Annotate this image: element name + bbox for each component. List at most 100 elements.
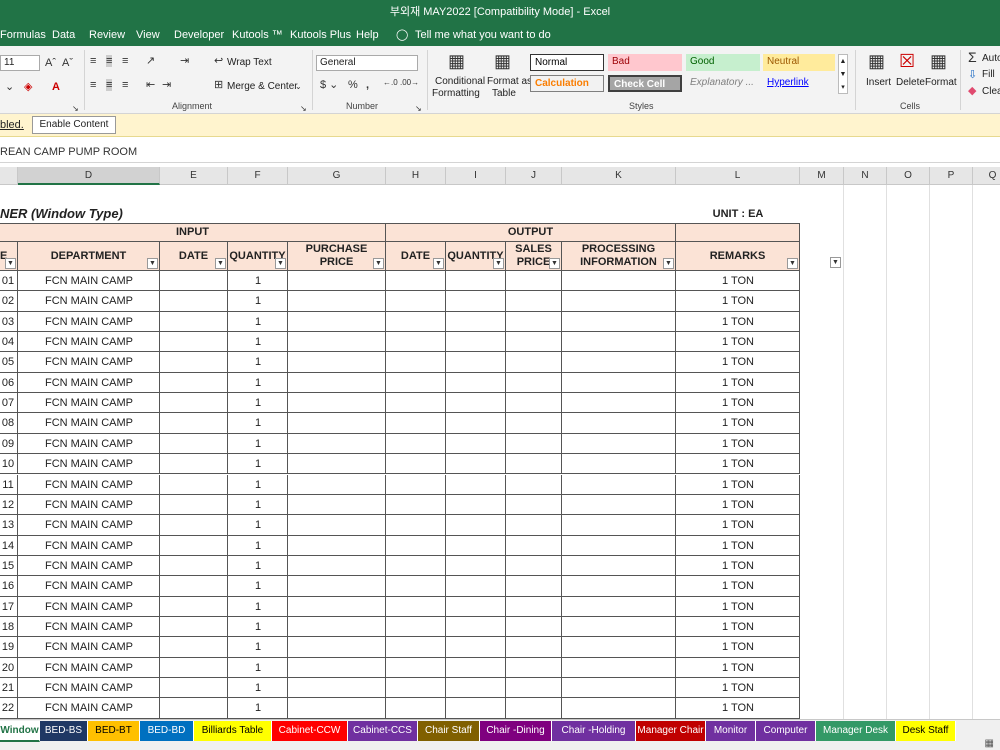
table-row[interactable]: 21 FCN MAIN CAMP 1 1 TON (0, 678, 800, 699)
insert-button[interactable]: Insert (866, 77, 891, 88)
autosum-button[interactable]: Auto (982, 53, 1000, 64)
align-center-icon[interactable]: ≡ (106, 79, 113, 91)
remarks-group-header[interactable] (676, 223, 800, 242)
increase-indent-icon[interactable]: ⇥ (162, 79, 171, 91)
style-calculation[interactable]: Calculation (530, 75, 604, 92)
table-row[interactable]: 18 FCN MAIN CAMP 1 1 TON (0, 616, 800, 638)
shrink-font-icon[interactable]: Aˇ (62, 57, 73, 69)
remarks-cell[interactable]: 1 TON (676, 515, 800, 534)
sheet-tab[interactable]: Chair -Holding (552, 721, 636, 741)
column-header-h[interactable]: H (386, 167, 446, 185)
format-as-table-label-1[interactable]: Format as (487, 76, 532, 87)
sheet-title[interactable]: NER (Window Type) (0, 205, 123, 223)
row-number[interactable]: 20 (0, 658, 16, 677)
department-cell[interactable]: FCN MAIN CAMP (18, 556, 160, 575)
header-date-out[interactable]: DATE ▼ (386, 242, 446, 271)
column-header-d[interactable]: D (18, 167, 160, 185)
grow-font-icon[interactable]: Aˆ (45, 57, 56, 69)
style-normal[interactable]: Normal (530, 54, 604, 71)
table-row[interactable]: 06 FCN MAIN CAMP 1 1 TON (0, 372, 800, 394)
number-format-select[interactable]: General (316, 55, 418, 71)
menu-kutools[interactable]: Kutools ™ (232, 24, 283, 46)
menu-review[interactable]: Review (89, 24, 125, 46)
quantity-cell[interactable]: 1 (228, 495, 288, 514)
quantity-cell[interactable]: 1 (228, 536, 288, 555)
sheet-tab[interactable]: Chair Staff (418, 721, 480, 741)
column-header-i[interactable]: I (446, 167, 506, 185)
header-e-partial[interactable]: E ▼ (0, 242, 18, 271)
indent-icon[interactable]: ⇥ (180, 55, 189, 67)
table-row[interactable]: 02 FCN MAIN CAMP 1 1 TON (0, 291, 800, 312)
table-row[interactable]: 12 FCN MAIN CAMP 1 1 TON (0, 494, 800, 516)
quantity-cell[interactable]: 1 (228, 597, 288, 616)
align-right-icon[interactable]: ≡ (122, 79, 128, 91)
column-header-f[interactable]: F (228, 167, 288, 185)
sheet-tab[interactable]: Computer (756, 721, 816, 741)
header-purchase-price[interactable]: PURCHASE PRICE ▼ (288, 242, 386, 271)
column-header-q[interactable]: Q (973, 167, 1000, 185)
quantity-cell[interactable]: 1 (228, 413, 288, 432)
table-row[interactable]: 04 FCN MAIN CAMP 1 1 TON (0, 332, 800, 353)
sheet-tab[interactable]: BED-BS (40, 721, 88, 741)
quantity-cell[interactable]: 1 (228, 475, 288, 494)
row-number[interactable]: 12 (0, 495, 16, 514)
sheet-tab[interactable]: BED-BT (88, 721, 140, 741)
sheet-tab[interactable]: Monitor (706, 721, 756, 741)
filter-dropdown-icon[interactable]: ▼ (373, 258, 384, 269)
remarks-cell[interactable]: 1 TON (676, 617, 800, 636)
department-cell[interactable]: FCN MAIN CAMP (18, 454, 160, 473)
quantity-cell[interactable]: 1 (228, 637, 288, 656)
menu-formulas[interactable]: Formulas (0, 24, 46, 46)
table-row[interactable]: 08 FCN MAIN CAMP 1 1 TON (0, 413, 800, 434)
menu-data[interactable]: Data (52, 24, 75, 46)
remarks-cell[interactable]: 1 TON (676, 556, 800, 575)
remarks-cell[interactable]: 1 TON (676, 495, 800, 514)
row-number[interactable]: 11 (0, 475, 16, 494)
column-header-k[interactable]: K (562, 167, 676, 185)
wrap-text-button[interactable]: Wrap Text (227, 57, 272, 68)
department-cell[interactable]: FCN MAIN CAMP (18, 413, 160, 432)
top-align-icon[interactable]: ≡ (90, 55, 96, 67)
table-row[interactable]: 20 FCN MAIN CAMP 1 1 TON (0, 657, 800, 678)
sheet-tab[interactable]: Desk Staff (896, 721, 956, 741)
quantity-cell[interactable]: 1 (228, 373, 288, 392)
department-cell[interactable]: FCN MAIN CAMP (18, 475, 160, 494)
column-header-p[interactable]: P (930, 167, 973, 185)
merge-dropdown-icon[interactable]: ⌄ (295, 81, 302, 93)
column-header-c[interactable] (0, 167, 18, 185)
column-header-l[interactable]: L (676, 167, 800, 185)
remarks-cell[interactable]: 1 TON (676, 678, 800, 697)
row-number[interactable]: 06 (0, 373, 16, 392)
table-row[interactable]: 10 FCN MAIN CAMP 1 1 TON (0, 454, 800, 475)
row-number[interactable]: 10 (0, 454, 16, 473)
remarks-cell[interactable]: 1 TON (676, 454, 800, 473)
table-row[interactable]: 13 FCN MAIN CAMP 1 1 TON (0, 515, 800, 536)
header-date-in[interactable]: DATE ▼ (160, 242, 228, 271)
department-cell[interactable]: FCN MAIN CAMP (18, 658, 160, 677)
quantity-cell[interactable]: 1 (228, 617, 288, 636)
quantity-cell[interactable]: 1 (228, 352, 288, 371)
remarks-cell[interactable]: 1 TON (676, 332, 800, 351)
sheet-tab[interactable]: Manager Desk (816, 721, 896, 741)
row-number[interactable]: 01 (0, 271, 16, 290)
tell-me-search[interactable]: Tell me what you want to do (415, 24, 551, 46)
middle-align-icon[interactable]: ≡ (106, 55, 113, 67)
format-as-table-label-2[interactable]: Table (492, 88, 516, 99)
format-button[interactable]: Format (925, 77, 957, 88)
row-number[interactable]: 22 (0, 698, 16, 717)
orientation-icon[interactable]: ↗ (146, 55, 155, 67)
font-size-box[interactable]: 11 (0, 55, 40, 71)
department-cell[interactable]: FCN MAIN CAMP (18, 332, 160, 351)
sheet-tab[interactable]: Window (0, 721, 40, 742)
input-group-header[interactable]: INPUT (0, 223, 386, 242)
filter-dropdown-icon[interactable]: ▼ (787, 258, 798, 269)
table-row[interactable]: 16 FCN MAIN CAMP 1 1 TON (0, 576, 800, 597)
conditional-formatting-label-1[interactable]: Conditional (435, 76, 485, 87)
department-cell[interactable]: FCN MAIN CAMP (18, 576, 160, 595)
sheet-tab[interactable]: Cabinet-CCS (348, 721, 418, 741)
remarks-cell[interactable]: 1 TON (676, 413, 800, 432)
column-header-o[interactable]: O (887, 167, 930, 185)
bottom-align-icon[interactable]: ≡ (122, 55, 128, 67)
remarks-cell[interactable]: 1 TON (676, 698, 800, 717)
remarks-cell[interactable]: 1 TON (676, 393, 800, 412)
